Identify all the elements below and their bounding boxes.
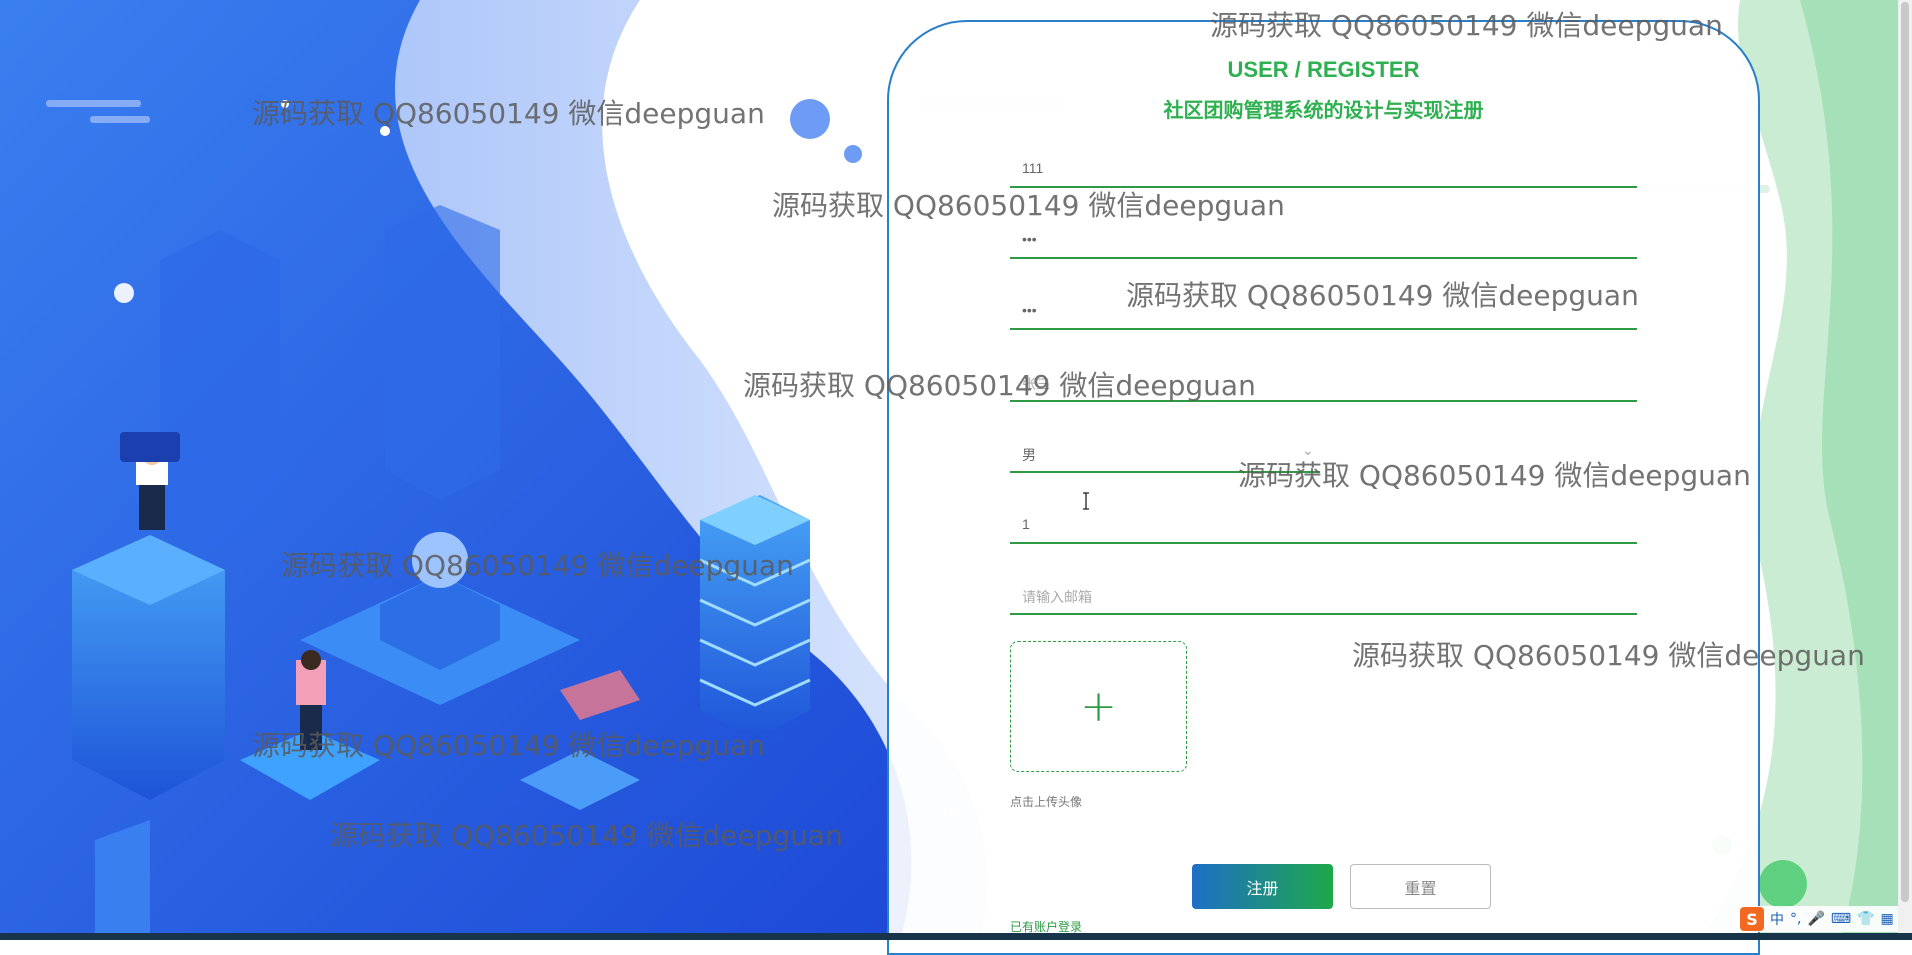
watermark: 源码获取 QQ86050149 微信deepguan [1238, 459, 1751, 492]
avatar-upload[interactable]: + [1010, 641, 1187, 772]
grid-icon[interactable]: ▦ [1881, 911, 1894, 927]
page-scrollbar[interactable] [1898, 0, 1912, 933]
watermark: 源码获取 QQ86050149 微信deepguan [1352, 639, 1865, 672]
text-cursor-icon [1083, 492, 1089, 510]
watermark: 源码获取 QQ86050149 微信deepguan [743, 369, 1256, 402]
plus-icon: + [1080, 681, 1117, 732]
watermark: 源码获取 QQ86050149 微信deepguan [1126, 279, 1639, 312]
scrollbar-thumb[interactable] [1901, 2, 1909, 902]
password-field[interactable]: ••• [1010, 223, 1637, 259]
email-placeholder: 请输入邮箱 [1022, 589, 1092, 605]
phone-field[interactable]: 1 [1010, 508, 1637, 544]
email-field[interactable]: 请输入邮箱 [1010, 579, 1637, 615]
watermark: 源码获取 QQ86050149 微信deepguan [252, 729, 765, 762]
taskbar [0, 933, 1912, 940]
ime-toolbar[interactable]: S 中 °, 🎤 ⌨ 👕 ▦ [1736, 906, 1898, 932]
sogou-logo-icon[interactable]: S [1740, 907, 1764, 931]
gender-value: 男 [1022, 447, 1036, 463]
ime-punct-label[interactable]: °, [1790, 911, 1801, 927]
page-title-cn: 社区团购管理系统的设计与实现注册 [1163, 98, 1484, 122]
register-button[interactable]: 注册 [1192, 864, 1333, 909]
shirt-icon[interactable]: 👕 [1857, 911, 1874, 927]
microphone-icon[interactable]: 🎤 [1807, 911, 1824, 927]
watermark: 源码获取 QQ86050149 微信deepguan [772, 189, 1285, 222]
account-field[interactable]: 111 [1010, 152, 1637, 188]
account-value: 111 [1022, 160, 1044, 176]
phone-value: 1 [1022, 516, 1030, 532]
page-title-en: USER / REGISTER [1227, 57, 1420, 82]
watermark: 源码获取 QQ86050149 微信deepguan [330, 819, 843, 852]
password-value: ••• [1022, 231, 1037, 247]
upload-hint: 点击上传头像 [1010, 795, 1083, 809]
reset-button[interactable]: 重置 [1350, 864, 1491, 909]
watermark: 源码获取 QQ86050149 微信deepguan [252, 97, 765, 130]
watermark: 源码获取 QQ86050149 微信deepguan [1210, 9, 1723, 42]
keyboard-icon[interactable]: ⌨ [1831, 911, 1851, 927]
ime-mode-label[interactable]: 中 [1770, 909, 1784, 929]
watermark: 源码获取 QQ86050149 微信deepguan [281, 549, 794, 582]
confirm-password-value: ••• [1022, 302, 1037, 318]
